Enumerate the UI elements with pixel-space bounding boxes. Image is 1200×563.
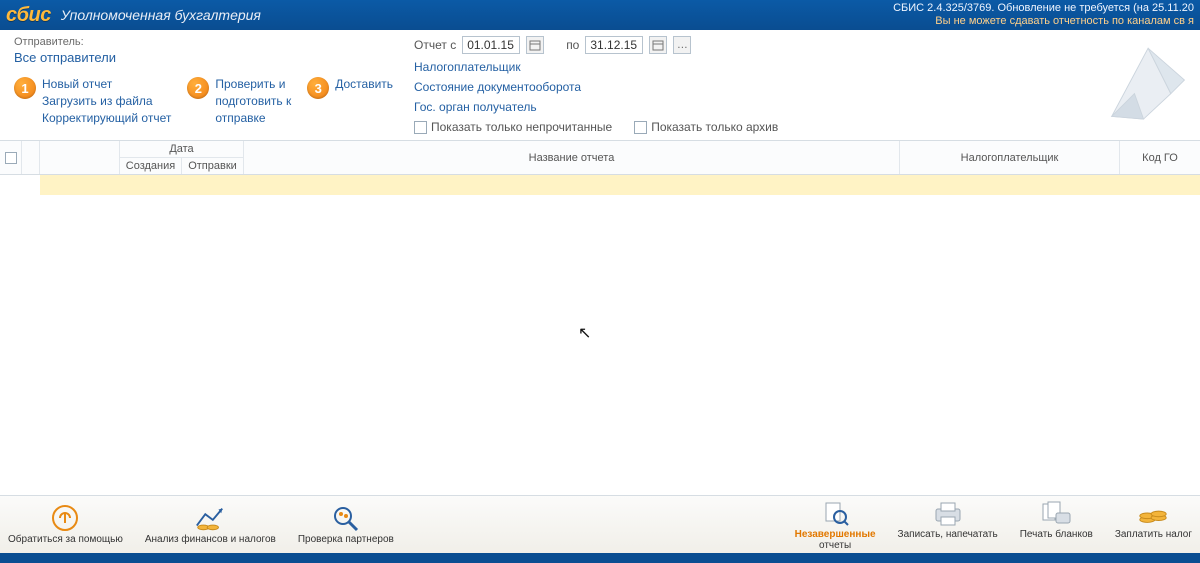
- app-header: сбис Уполномоченная бухгалтерия СБИС 2.4…: [0, 0, 1200, 30]
- cursor-icon: ↖: [578, 323, 591, 343]
- step1-badge: 1: [14, 77, 36, 99]
- step-2: 2 Проверить и подготовить к отправке: [187, 77, 291, 126]
- col-report-name[interactable]: Название отчета: [244, 141, 900, 174]
- correcting-report-link[interactable]: Корректирующий отчет: [42, 111, 171, 126]
- deliver-link[interactable]: Доставить: [335, 77, 393, 92]
- filter-gov-recipient[interactable]: Гос. орган получатель: [414, 100, 1186, 114]
- partner-check-button[interactable]: Проверка партнеров: [298, 504, 394, 545]
- save-print-button[interactable]: Записать, напечатать: [898, 499, 998, 551]
- filter-taxpayer[interactable]: Налогоплательщик: [414, 60, 1186, 74]
- main-empty-area: ↖: [0, 195, 1200, 495]
- forms-printer-icon: [1040, 499, 1072, 527]
- bottom-toolbar: Обратиться за помощью Анализ финансов и …: [0, 495, 1200, 553]
- check-unread[interactable]: Показать только непрочитанные: [414, 120, 612, 134]
- select-all-checkbox[interactable]: [5, 152, 17, 164]
- date-from-input[interactable]: [462, 36, 520, 54]
- check-prepare-link-l2[interactable]: подготовить к: [215, 94, 291, 109]
- load-from-file-link[interactable]: Загрузить из файла: [42, 94, 171, 109]
- app-logo: сбис: [6, 4, 51, 27]
- check-prepare-link-l1[interactable]: Проверить и: [215, 77, 291, 92]
- col-date[interactable]: Дата: [120, 141, 243, 158]
- chart-coins-icon: [194, 504, 226, 532]
- top-panel: Отправитель: Все отправители 1 Новый отч…: [0, 30, 1200, 140]
- app-title: Уполномоченная бухгалтерия: [61, 7, 261, 23]
- from-label: Отчет с: [414, 38, 456, 52]
- checkbox-icon[interactable]: [414, 121, 427, 134]
- col-taxpayer[interactable]: Налогоплательщик: [900, 141, 1120, 174]
- sender-dropdown[interactable]: Все отправители: [14, 50, 414, 65]
- to-label: по: [566, 38, 579, 52]
- empty-row-band: [40, 175, 1200, 195]
- table-header: Дата Создания Отправки Название отчета Н…: [0, 140, 1200, 175]
- doc-magnifier-icon: [819, 499, 851, 527]
- filter-docflow-state[interactable]: Состояние документооборота: [414, 80, 1186, 94]
- step2-badge: 2: [187, 77, 209, 99]
- step-1: 1 Новый отчет Загрузить из файла Коррект…: [14, 77, 171, 126]
- finance-analysis-button[interactable]: Анализ финансов и налогов: [145, 504, 276, 545]
- footer-bar: [0, 553, 1200, 563]
- help-button[interactable]: Обратиться за помощью: [8, 504, 123, 545]
- step3-badge: 3: [307, 77, 329, 99]
- check-prepare-link-l3[interactable]: отправке: [215, 111, 291, 126]
- col-created[interactable]: Создания: [120, 158, 182, 174]
- table-row[interactable]: [0, 175, 1200, 195]
- period-extra-icon[interactable]: …: [673, 36, 691, 54]
- calendar-from-icon[interactable]: [526, 36, 544, 54]
- col-go-code[interactable]: Код ГО: [1120, 141, 1200, 174]
- printer-icon: [932, 499, 964, 527]
- coins-icon: [1137, 499, 1169, 527]
- help-icon: [49, 504, 81, 532]
- magnifier-people-icon: [330, 504, 362, 532]
- col-sent[interactable]: Отправки: [182, 158, 243, 174]
- print-forms-button[interactable]: Печать бланков: [1020, 499, 1093, 551]
- warn-text: Вы не можете сдавать отчетность по канал…: [893, 15, 1194, 28]
- step-3: 3 Доставить: [307, 77, 393, 126]
- date-to-input[interactable]: [585, 36, 643, 54]
- period-row: Отчет с по …: [414, 36, 1186, 54]
- calendar-to-icon[interactable]: [649, 36, 667, 54]
- pay-tax-button[interactable]: Заплатить налог: [1115, 499, 1192, 551]
- unfinished-reports-button[interactable]: Незавершенныеотчеты: [795, 499, 876, 551]
- checkbox-icon[interactable]: [634, 121, 647, 134]
- new-report-link[interactable]: Новый отчет: [42, 77, 171, 92]
- version-text: СБИС 2.4.325/3769. Обновление не требует…: [893, 2, 1194, 15]
- sender-label: Отправитель:: [14, 36, 414, 48]
- origami-decor-icon: [1084, 30, 1194, 130]
- check-archive[interactable]: Показать только архив: [634, 120, 778, 134]
